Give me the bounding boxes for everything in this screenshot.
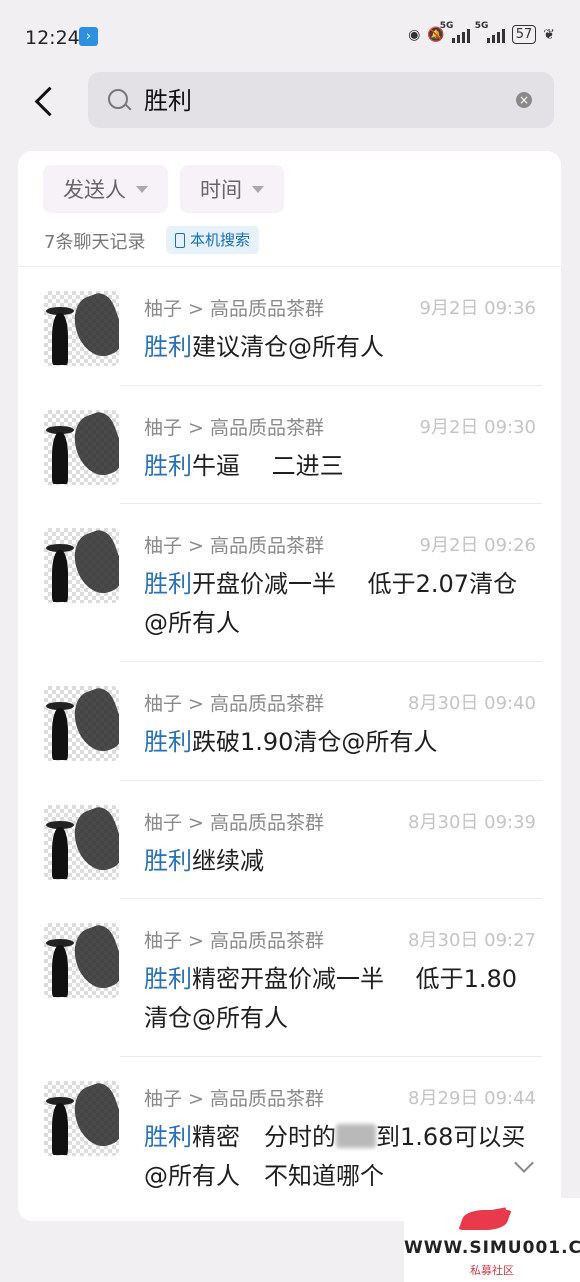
result-list: 柚子 > 高品质品茶群 9月2日 09:36 胜利建议清仓@所有人 柚子 > 高… [18, 267, 561, 1217]
keyword-highlight: 胜利 [144, 965, 192, 993]
caret-down-icon [252, 185, 264, 193]
chat-source: 柚子 > 高品质品茶群 [144, 417, 324, 439]
keyword-highlight: 胜利 [144, 847, 192, 875]
result-count: 7条聊天记录 [44, 232, 146, 253]
chat-source: 柚子 > 高品质品茶群 [144, 812, 324, 834]
avatar [44, 686, 119, 761]
message-time: 8月29日 09:44 [408, 1088, 536, 1109]
watermark: WWW.SIMU001.CN 私募社区 [404, 1198, 580, 1282]
keyword-highlight: 胜利 [144, 333, 192, 361]
result-item[interactable]: 柚子 > 高品质品茶群 9月2日 09:36 胜利建议清仓@所有人 [18, 267, 561, 386]
result-item[interactable]: 柚子 > 高品质品茶群 8月30日 09:27 胜利精密开盘价减一半 低于1.8… [18, 899, 561, 1057]
back-button[interactable] [30, 84, 60, 118]
message-time: 8月30日 09:39 [408, 812, 536, 833]
local-search-label: 本机搜索 [190, 231, 251, 249]
clear-icon[interactable]: × [516, 92, 532, 108]
avatar [44, 410, 119, 485]
keyword-highlight: 胜利 [144, 1123, 192, 1151]
message-text: 胜利精密 分时的 到1.68可以买@所有人 不知道哪个 [144, 1123, 526, 1190]
watermark-site: WWW.SIMU001.CN [404, 1238, 580, 1258]
message-text: 胜利牛逼 二进三 [144, 452, 344, 480]
result-item[interactable]: 柚子 > 高品质品茶群 8月30日 09:39 胜利继续减 [18, 781, 561, 899]
avatar [44, 805, 119, 880]
signal-icon-1: 5G [440, 21, 470, 43]
results-card: 发送人 时间 7条聊天记录 本机搜索 柚子 > 高品质品茶群 9月2日 09:3… [18, 151, 561, 1221]
sender-filter[interactable]: 发送人 [43, 165, 168, 213]
caret-down-icon [136, 185, 148, 193]
search-box[interactable]: × [88, 72, 554, 128]
status-bar: 12:24 › ◉ 🔕 5G 5G 57 ❦ [0, 0, 580, 70]
chat-source: 柚子 > 高品质品茶群 [144, 298, 324, 320]
chat-source: 柚子 > 高品质品茶群 [144, 930, 324, 952]
watermark-logo [462, 1206, 518, 1232]
message-text: 胜利建议清仓@所有人 [144, 333, 384, 361]
filter-bar: 发送人 时间 [43, 165, 284, 213]
sender-filter-label: 发送人 [63, 178, 126, 202]
keyword-highlight: 胜利 [144, 570, 192, 598]
search-icon [108, 89, 128, 109]
search-header: × [0, 70, 580, 132]
avatar [44, 1081, 119, 1156]
battery-icon: 57 [511, 25, 537, 44]
signal-icon-2: 5G [475, 21, 505, 43]
avatar [44, 528, 119, 603]
message-text: 胜利继续减 [144, 847, 264, 875]
local-search-button[interactable]: 本机搜索 [166, 226, 260, 254]
search-input[interactable] [144, 84, 484, 112]
result-item[interactable]: 柚子 > 高品质品茶群 8月29日 09:44 胜利精密 分时的 到1.68可以买… [18, 1057, 561, 1217]
keyword-highlight: 胜利 [144, 728, 192, 756]
message-text: 胜利开盘价减一半 低于2.07清仓@所有人 [144, 570, 518, 637]
notification-app-icon: › [79, 27, 98, 46]
chat-source: 柚子 > 高品质品茶群 [144, 535, 324, 557]
message-time: 9月2日 09:26 [419, 535, 537, 556]
result-item[interactable]: 柚子 > 高品质品茶群 9月2日 09:30 胜利牛逼 二进三 [18, 386, 561, 504]
avatar [44, 291, 119, 366]
result-item[interactable]: 柚子 > 高品质品茶群 9月2日 09:26 胜利开盘价减一半 低于2.07清仓… [18, 504, 561, 662]
message-time: 9月2日 09:30 [419, 417, 537, 438]
chat-source: 柚子 > 高品质品茶群 [144, 693, 324, 715]
phone-icon [175, 232, 185, 248]
message-text: 胜利跌破1.90清仓@所有人 [144, 728, 438, 756]
message-time: 8月30日 09:27 [408, 930, 536, 951]
leaf-icon: ❦ [543, 26, 555, 43]
blurred-text [336, 1124, 376, 1148]
message-time: 8月30日 09:40 [408, 693, 536, 714]
time-filter[interactable]: 时间 [180, 165, 284, 213]
avatar [44, 923, 119, 998]
keyword-highlight: 胜利 [144, 452, 192, 480]
watermark-subtitle: 私募社区 [470, 1264, 514, 1277]
chat-source: 柚子 > 高品质品茶群 [144, 1088, 324, 1110]
eye-icon: ◉ [408, 26, 421, 43]
status-icons: ◉ 🔕 5G 5G 57 ❦ [408, 21, 555, 44]
result-item[interactable]: 柚子 > 高品质品茶群 8月30日 09:40 胜利跌破1.90清仓@所有人 [18, 662, 561, 781]
time-filter-label: 时间 [200, 178, 242, 202]
status-time: 12:24 [25, 27, 80, 49]
message-time: 9月2日 09:36 [419, 298, 537, 319]
message-text: 胜利精密开盘价减一半 低于1.80清仓@所有人 [144, 965, 518, 1032]
